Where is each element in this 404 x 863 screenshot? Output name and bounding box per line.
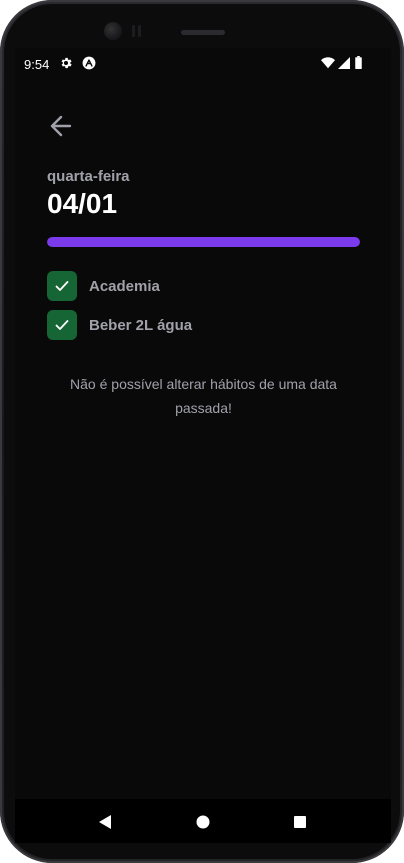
habit-checkbox[interactable]: [47, 271, 77, 301]
app-screen: 9:54 quarta-feira 04/01 Academia Beber 2…: [15, 48, 391, 843]
habit-label: Beber 2L água: [89, 316, 193, 334]
habit-checkbox[interactable]: [47, 310, 77, 340]
nav-recents-icon[interactable]: [294, 816, 306, 828]
battery-icon: [355, 56, 362, 69]
sensor-dots: [132, 25, 142, 37]
wifi-icon: [321, 57, 335, 69]
progress-bar: [47, 237, 360, 247]
status-bar: 9:54: [15, 48, 391, 80]
nav-home-icon[interactable]: [196, 815, 210, 829]
check-icon: [55, 320, 69, 330]
signal-icon: [338, 57, 350, 69]
front-camera: [104, 22, 122, 40]
nav-back-icon[interactable]: [98, 815, 112, 829]
arrow-left-icon[interactable]: [47, 112, 75, 140]
habit-item-beber-agua[interactable]: Beber 2L água: [47, 310, 192, 340]
earpiece-speaker: [181, 30, 225, 35]
progress-bar-fill: [47, 237, 360, 247]
status-time: 9:54: [24, 57, 50, 72]
gear-icon: [61, 57, 72, 69]
a-logo-icon: [82, 56, 96, 70]
check-icon: [55, 281, 69, 291]
past-date-notice: Não é possível alterar hábitos de uma da…: [70, 376, 337, 416]
android-nav-bar: [15, 799, 391, 843]
habit-item-academia[interactable]: Academia: [47, 271, 160, 301]
page-title-date: 04/01: [47, 188, 118, 219]
phone-frame: 9:54 quarta-feira 04/01 Academia Beber 2…: [0, 0, 404, 863]
habit-label: Academia: [89, 277, 160, 295]
weekday-label: quarta-feira: [47, 168, 130, 185]
